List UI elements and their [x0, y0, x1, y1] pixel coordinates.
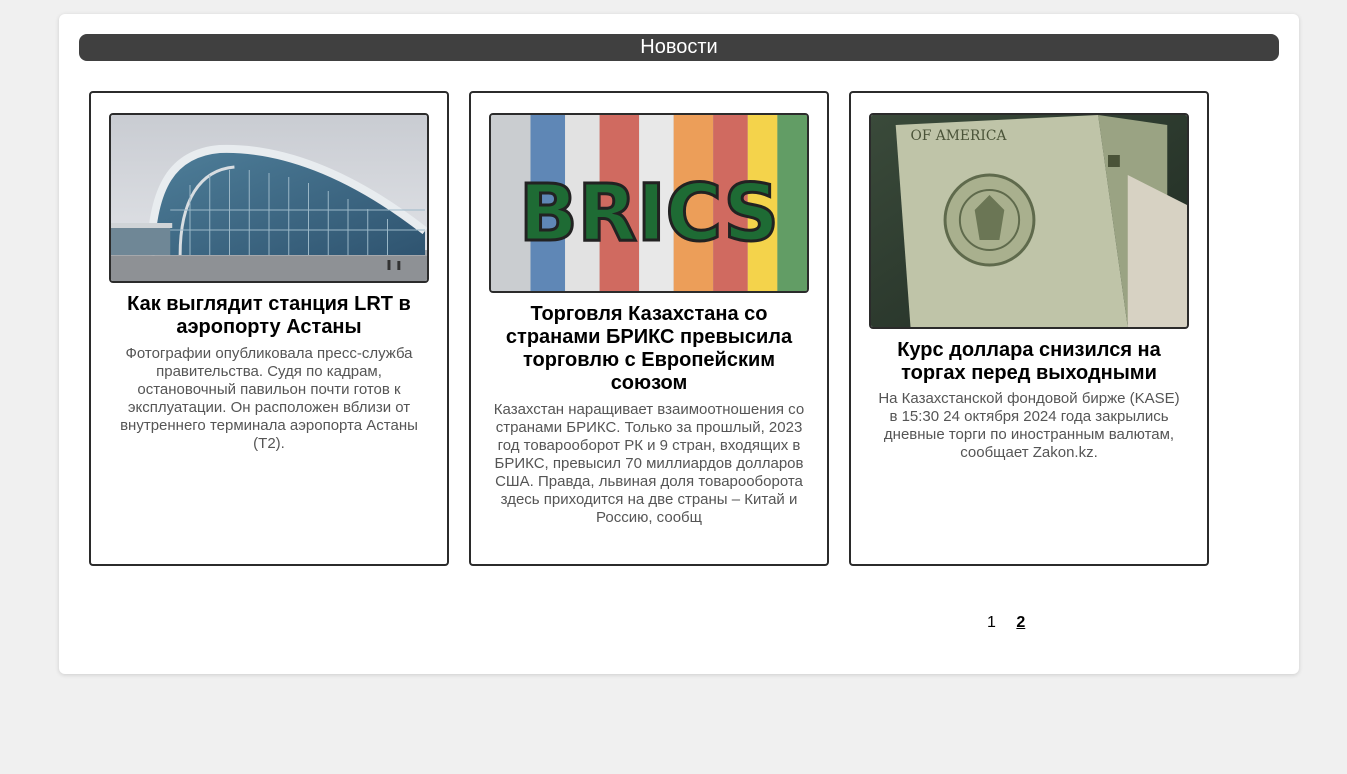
- news-panel: Новости Как выглядит станция LRT в аэроп…: [59, 14, 1299, 674]
- pagination: 1 2: [987, 614, 1041, 632]
- dollar-bill-text: OF AMERICA: [911, 128, 1008, 144]
- news-description: Фотографии опубликовала пресс-служба пра…: [120, 345, 418, 452]
- brics-text-graphic: BRICS: [519, 169, 779, 260]
- page-link-1[interactable]: 1: [987, 614, 996, 632]
- news-description: Казахстан наращивает взаимоотношения со …: [493, 401, 805, 526]
- news-description: На Казахстанской фондовой бирже (KASE) в…: [878, 390, 1180, 461]
- news-image-airport-station[interactable]: [109, 113, 429, 283]
- news-title[interactable]: Курс доллара снизился на торгах перед вы…: [865, 339, 1193, 385]
- news-image-brics[interactable]: BRICS: [489, 113, 809, 293]
- news-title[interactable]: Как выглядит станция LRT в аэропорту Аст…: [105, 293, 433, 339]
- page-link-2-current[interactable]: 2: [1016, 614, 1025, 632]
- news-card-3[interactable]: OF AMERICA Курс доллара снизился на торг…: [849, 91, 1209, 566]
- news-title[interactable]: Торговля Казахстана со странами БРИКС пр…: [485, 303, 813, 395]
- news-header-title: Новости: [640, 36, 718, 58]
- news-image-dollar[interactable]: OF AMERICA: [869, 113, 1189, 329]
- news-card-2[interactable]: BRICS Торговля Казахстана со странами БР…: [469, 91, 829, 566]
- news-card-1[interactable]: Как выглядит станция LRT в аэропорту Аст…: [89, 91, 449, 566]
- news-header: Новости: [79, 34, 1279, 61]
